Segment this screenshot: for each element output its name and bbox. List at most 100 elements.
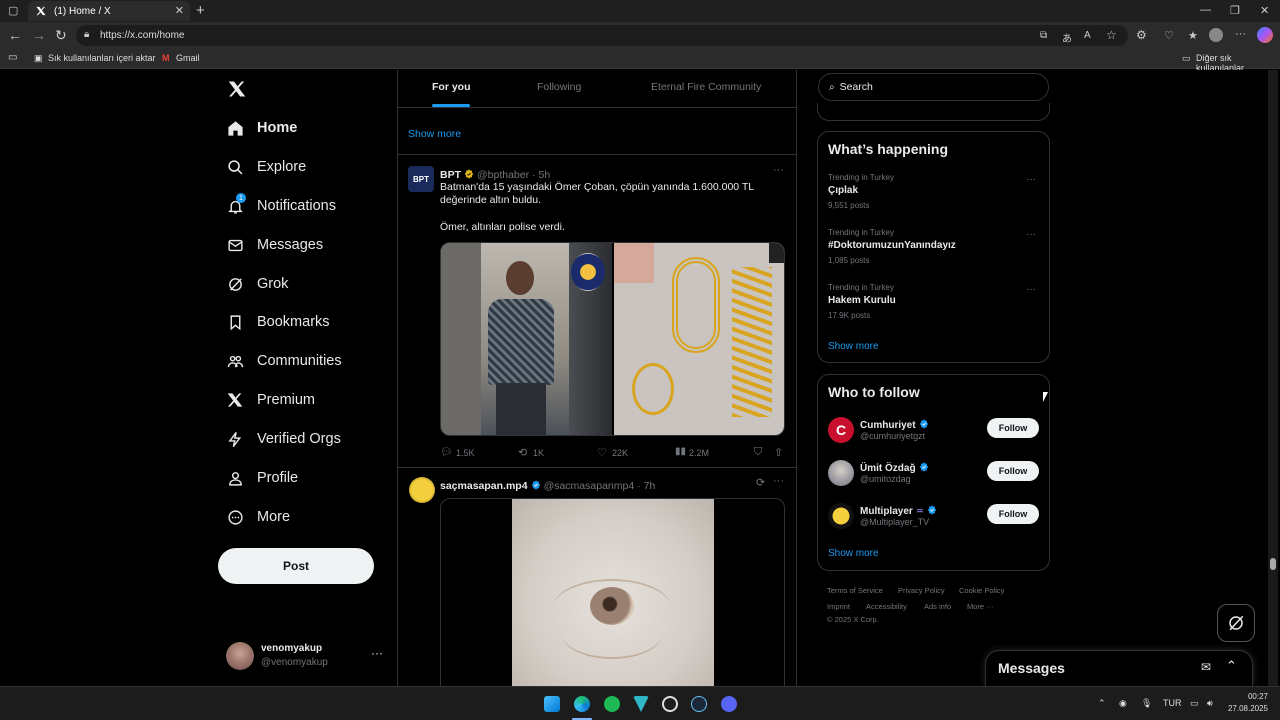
tweet-avatar-sacmasapan[interactable]	[409, 477, 435, 503]
bookmark-import[interactable]: Sık kullanılanları içeri aktar	[48, 53, 156, 63]
footer-ads-info[interactable]: Ads info	[924, 602, 951, 611]
tab-actions-icon[interactable]: ▢	[8, 4, 18, 17]
language-indicator[interactable]: TUR	[1163, 698, 1182, 708]
reply-icon[interactable]: 💬︎	[440, 447, 453, 458]
footer-more[interactable]: More ···	[967, 602, 994, 611]
tweet-time-2[interactable]: · 7h	[637, 480, 655, 492]
close-window-icon[interactable]: ✕	[1260, 4, 1269, 17]
view-count[interactable]: 2.2M	[689, 448, 709, 458]
new-tab-icon[interactable]: +	[196, 2, 205, 19]
nav-more[interactable]: More	[226, 508, 290, 526]
tweet-time[interactable]: · 5h	[532, 169, 550, 181]
settings-more-icon[interactable]: ···	[1235, 28, 1246, 40]
repost-count[interactable]: 1K	[533, 448, 544, 458]
grok-floating-button[interactable]	[1217, 604, 1255, 642]
scrollbar-thumb[interactable]	[1270, 558, 1276, 570]
favorite-star-icon[interactable]: ☆	[1106, 28, 1117, 42]
account-more-icon[interactable]: ···	[371, 646, 383, 660]
follow-show-more-link[interactable]: Show more	[828, 548, 879, 559]
tweet-video[interactable]	[440, 498, 785, 686]
repost-icon[interactable]: ⟲	[518, 446, 527, 459]
post-button[interactable]: Post	[218, 548, 374, 584]
share-icon[interactable]: ⇧	[774, 446, 783, 459]
page-scrollbar[interactable]	[1268, 70, 1278, 686]
tweet-handle-2[interactable]: @sacmasapanmp4	[544, 480, 635, 492]
vpn-icon[interactable]	[633, 696, 649, 712]
nav-profile[interactable]: Profile	[226, 469, 298, 487]
network-icon[interactable]: ▭	[1190, 698, 1199, 709]
bookmarks-menu-icon[interactable]: ▭	[8, 52, 17, 63]
follow-suggestion[interactable]: C Cumhuriyet @cumhuriyetgzt Follow	[818, 413, 1049, 451]
close-tab-icon[interactable]: ✕	[175, 4, 184, 17]
tweet-media[interactable]	[440, 242, 785, 436]
follow-suggestion[interactable]: Multiplayer ♒︎ @Multiplayer_TV Follow	[818, 499, 1049, 537]
tweet-author-name[interactable]: BPT	[440, 169, 461, 181]
reply-count[interactable]: 1.5K	[456, 448, 475, 458]
microphone-icon[interactable]: 🎙︎	[1141, 698, 1152, 709]
nav-explore[interactable]: Explore	[226, 158, 306, 176]
messages-drawer[interactable]: Messages ✉ ⌃	[985, 650, 1253, 686]
favorites-icon[interactable]: ★	[1188, 29, 1198, 42]
follow-button[interactable]: Follow	[987, 461, 1039, 481]
url-field[interactable]: 🔒︎ https://x.com/home	[76, 25, 1128, 46]
nav-home[interactable]: Home	[226, 119, 297, 137]
windows-start-icon[interactable]	[544, 696, 560, 712]
minimize-icon[interactable]: —	[1200, 4, 1211, 16]
footer-privacy[interactable]: Privacy Policy	[898, 586, 945, 595]
trend-more-icon[interactable]: ···	[1026, 284, 1036, 295]
tweet-handle[interactable]: @bpthaber	[477, 169, 529, 181]
expand-icon[interactable]: ⌃	[1226, 658, 1237, 674]
trend-more-icon[interactable]: ···	[1026, 174, 1036, 185]
tab-community[interactable]: Eternal Fire Community	[651, 81, 761, 93]
refresh-icon[interactable]: ↻	[55, 27, 67, 44]
bookmark-tweet-icon[interactable]: ⛉	[754, 446, 762, 459]
spotify-icon[interactable]	[604, 696, 620, 712]
profile-avatar-icon[interactable]	[1209, 28, 1223, 42]
bookmark-gmail[interactable]: Gmail	[176, 53, 200, 63]
tweet-more-icon[interactable]: ···	[773, 164, 784, 176]
discord-icon[interactable]	[721, 696, 737, 712]
tweet-bpt[interactable]: BPT BPT @bpthaber · 5h ··· Batman'da 15 …	[398, 155, 796, 467]
maximize-icon[interactable]: ❐	[1230, 4, 1240, 17]
trend-more-icon[interactable]: ···	[1026, 229, 1036, 240]
steam-icon[interactable]	[691, 696, 707, 712]
like-count[interactable]: 22K	[612, 448, 628, 458]
tweet-author-name-2[interactable]: saçmasapan.mp4	[440, 480, 528, 492]
nav-communities[interactable]: Communities	[226, 352, 342, 370]
footer-terms[interactable]: Terms of Service	[827, 586, 883, 595]
x-home-logo-icon[interactable]	[228, 80, 246, 103]
new-message-icon[interactable]: ✉	[1201, 660, 1211, 674]
translate-icon[interactable]: あ	[1062, 30, 1072, 45]
footer-cookie[interactable]: Cookie Policy	[959, 586, 1004, 595]
app-icon[interactable]: ⧉	[1040, 30, 1047, 41]
footer-imprint[interactable]: Imprint	[827, 602, 850, 611]
views-icon[interactable]: ▮▮	[675, 446, 686, 457]
chatgpt-icon[interactable]	[662, 696, 678, 712]
tab-for-you[interactable]: For you	[432, 81, 471, 93]
nav-bookmarks[interactable]: Bookmarks	[226, 313, 330, 331]
browser-essentials-icon[interactable]: ♡	[1164, 29, 1174, 42]
read-aloud-icon[interactable]: A	[1084, 30, 1091, 41]
footer-accessibility[interactable]: Accessibility	[866, 602, 907, 611]
nav-grok[interactable]: Grok	[226, 275, 288, 293]
copilot-icon[interactable]	[1257, 27, 1273, 43]
forward-icon[interactable]: →	[32, 27, 46, 43]
tweet-photo-gold[interactable]	[614, 243, 784, 435]
edge-icon[interactable]	[574, 696, 590, 712]
tweet-photo-boy[interactable]	[441, 243, 612, 435]
account-switcher[interactable]: venomyakup @venomyakup ···	[226, 640, 394, 674]
tray-overflow-icon[interactable]: ⌃	[1098, 698, 1106, 709]
back-icon[interactable]: ←	[8, 27, 22, 43]
trends-show-more-link[interactable]: Show more	[828, 341, 879, 352]
nav-premium[interactable]: Premium	[226, 391, 315, 409]
browser-tab[interactable]: (1) Home / X ✕	[28, 1, 190, 21]
feed-show-more-link[interactable]: Show more	[408, 128, 461, 140]
search-input[interactable]: ⌕ Search	[818, 73, 1049, 101]
follow-suggestion[interactable]: Ümit Özdağ @umitozdag Follow	[818, 456, 1049, 494]
tweet-sacmasapan[interactable]: saçmasapan.mp4 @sacmasapanmp4 · 7h ⟳ ···	[398, 468, 796, 686]
follow-button[interactable]: Follow	[987, 504, 1039, 524]
tray-steam-icon[interactable]: ◉	[1119, 698, 1127, 709]
nav-messages[interactable]: Messages	[226, 236, 323, 254]
grok-explain-icon[interactable]: ⟳	[756, 476, 765, 489]
extensions-icon[interactable]: ⚙	[1136, 28, 1147, 42]
